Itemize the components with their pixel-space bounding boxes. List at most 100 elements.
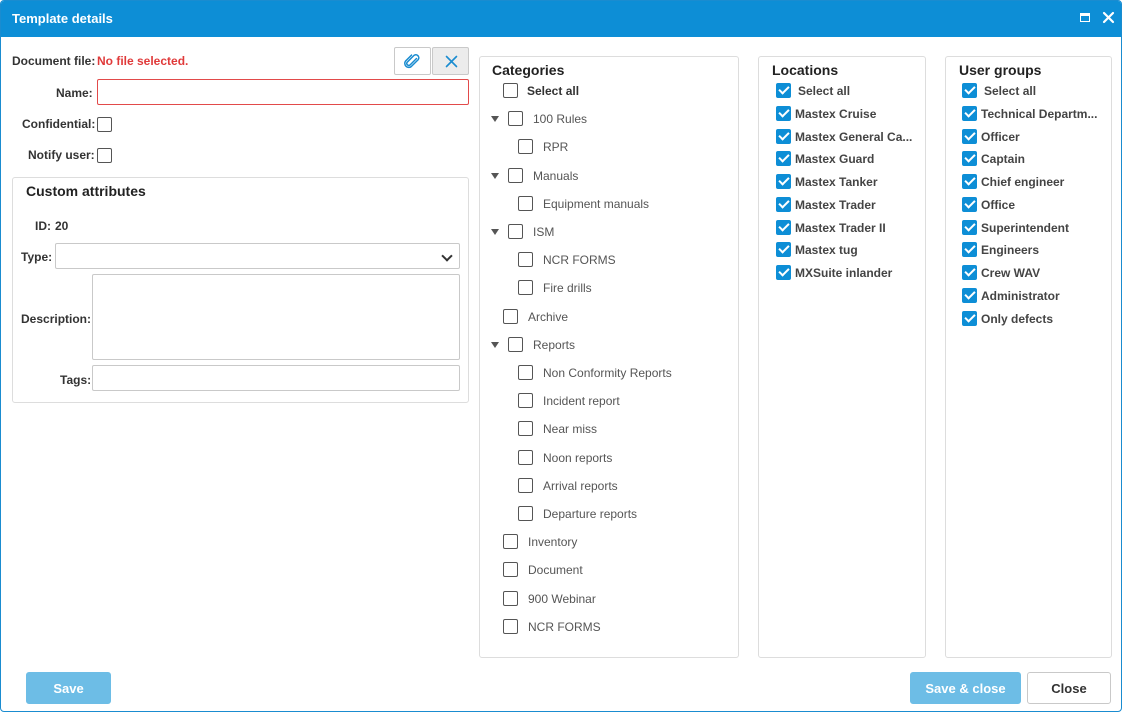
user-group-item-label: Crew WAV <box>981 266 1041 280</box>
user-group-select-all-checkbox[interactable] <box>962 83 977 98</box>
notify-user-checkbox[interactable] <box>97 148 112 163</box>
category-checkbox-departure-reports[interactable] <box>518 506 533 521</box>
user-group-checkbox-engineers[interactable] <box>962 242 977 257</box>
category-label: Manuals <box>533 169 579 183</box>
user-groups-panel <box>945 56 1112 658</box>
save-close-button[interactable]: Save & close <box>910 672 1021 704</box>
category-checkbox-arrival-reports[interactable] <box>518 478 533 493</box>
clear-file-button[interactable] <box>432 47 469 75</box>
location-item-label: Mastex Guard <box>795 152 875 166</box>
category-label: Incident report <box>543 394 620 408</box>
confidential-label: Confidential: <box>22 117 96 131</box>
location-checkbox-mastex-tug[interactable] <box>776 242 791 257</box>
category-label: NCR FORMS <box>528 620 601 634</box>
category-checkbox-ism[interactable] <box>508 224 523 239</box>
category-label: Archive <box>528 310 569 324</box>
category-checkbox-inventory[interactable] <box>503 534 518 549</box>
location-checkbox-mastex-general-ca[interactable] <box>776 129 791 144</box>
category-label: Noon reports <box>543 451 613 465</box>
attach-file-button[interactable] <box>394 47 431 75</box>
location-checkbox-mastex-cruise[interactable] <box>776 106 791 121</box>
category-checkbox-reports[interactable] <box>508 337 523 352</box>
location-select-all-label: Select all <box>798 84 851 98</box>
categories-title: Categories <box>492 62 565 78</box>
tags-label: Tags: <box>60 373 92 387</box>
location-checkbox-mastex-trader-ii[interactable] <box>776 220 791 235</box>
user-group-item-label: Officer <box>981 130 1020 144</box>
type-label: Type: <box>21 250 53 264</box>
user-group-item-label: Administrator <box>981 289 1060 303</box>
category-checkbox-non-conformity-reports[interactable] <box>518 365 533 380</box>
category-checkbox-noon-reports[interactable] <box>518 450 533 465</box>
locations-panel <box>758 56 926 658</box>
paperclip-icon <box>404 54 420 69</box>
user-group-item-label: Chief engineer <box>981 175 1065 189</box>
location-checkbox-mxsuite-inlander[interactable] <box>776 265 791 280</box>
chevron-down-icon <box>441 250 453 262</box>
category-checkbox-fire-drills[interactable] <box>518 280 533 295</box>
expand-arrow-icon[interactable] <box>491 116 499 122</box>
category-label: Document <box>528 563 583 577</box>
user-group-checkbox-administrator[interactable] <box>962 288 977 303</box>
user-group-checkbox-office[interactable] <box>962 197 977 212</box>
user-group-checkbox-only-defects[interactable] <box>962 311 977 326</box>
category-checkbox-incident-report[interactable] <box>518 393 533 408</box>
type-select[interactable] <box>55 243 460 269</box>
categories-select-all-label: Select all <box>527 84 580 98</box>
user-group-checkbox-technical-departm[interactable] <box>962 106 977 121</box>
location-item-label: Mastex Tanker <box>795 175 878 189</box>
user-group-item-label: Technical Departm... <box>981 107 1098 121</box>
confidential-checkbox[interactable] <box>97 117 112 132</box>
tags-input[interactable] <box>92 365 460 391</box>
categories-select-all-checkbox[interactable] <box>503 83 518 98</box>
description-textarea[interactable] <box>92 274 460 360</box>
expand-arrow-icon[interactable] <box>491 173 499 179</box>
name-input[interactable] <box>97 79 469 105</box>
category-checkbox-document[interactable] <box>503 562 518 577</box>
save-button[interactable]: Save <box>26 672 111 704</box>
location-item-label: Mastex General Ca... <box>795 130 913 144</box>
user-groups-title: User groups <box>959 62 1042 78</box>
location-checkbox-mastex-tanker[interactable] <box>776 174 791 189</box>
location-item-label: Mastex Cruise <box>795 107 877 121</box>
user-group-checkbox-superintendent[interactable] <box>962 220 977 235</box>
close-button[interactable]: Close <box>1027 672 1111 704</box>
name-label: Name: <box>56 86 93 100</box>
category-label: Inventory <box>528 535 578 549</box>
category-label: Fire drills <box>543 281 592 295</box>
category-checkbox-ncr-forms[interactable] <box>503 619 518 634</box>
maximize-icon[interactable] <box>1078 10 1094 26</box>
dialog-titlebar: Template details <box>1 1 1121 37</box>
category-checkbox-ncr-forms[interactable] <box>518 252 533 267</box>
user-group-checkbox-officer[interactable] <box>962 129 977 144</box>
location-item-label: MXSuite inlander <box>795 266 893 280</box>
category-checkbox-900-webinar[interactable] <box>503 591 518 606</box>
location-checkbox-mastex-trader[interactable] <box>776 197 791 212</box>
location-item-label: Mastex tug <box>795 243 858 257</box>
category-checkbox-near-miss[interactable] <box>518 421 533 436</box>
category-label: Departure reports <box>543 507 638 521</box>
location-item-label: Mastex Trader II <box>795 221 886 235</box>
category-label: 100 Rules <box>533 112 588 126</box>
category-checkbox-archive[interactable] <box>503 309 518 324</box>
window-close-icon[interactable] <box>1101 10 1117 26</box>
user-group-checkbox-captain[interactable] <box>962 151 977 166</box>
close-icon <box>445 55 458 68</box>
category-checkbox-100-rules[interactable] <box>508 111 523 126</box>
expand-arrow-icon[interactable] <box>491 229 499 235</box>
category-checkbox-equipment-manuals[interactable] <box>518 196 533 211</box>
category-checkbox-rpr[interactable] <box>518 139 533 154</box>
expand-arrow-icon[interactable] <box>491 342 499 348</box>
category-label: ISM <box>533 225 555 239</box>
category-label: Equipment manuals <box>543 197 650 211</box>
location-checkbox-mastex-guard[interactable] <box>776 151 791 166</box>
id-value: 20 <box>55 219 69 233</box>
user-group-item-label: Superintendent <box>981 221 1070 235</box>
user-group-select-all-label: Select all <box>984 84 1037 98</box>
user-group-checkbox-crew-wav[interactable] <box>962 265 977 280</box>
category-label: Non Conformity Reports <box>543 366 672 380</box>
template-details-dialog: Template details Document file: No file … <box>0 0 1122 712</box>
category-checkbox-manuals[interactable] <box>508 168 523 183</box>
location-select-all-checkbox[interactable] <box>776 83 791 98</box>
user-group-checkbox-chief-engineer[interactable] <box>962 174 977 189</box>
